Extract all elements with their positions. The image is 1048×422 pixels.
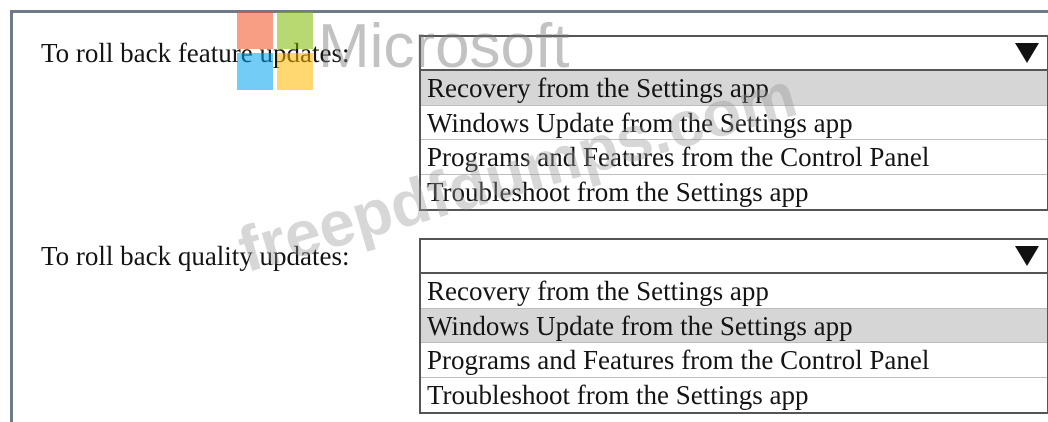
logo-square [277,53,313,90]
quality-updates-options: Recovery from the Settings app Windows U… [419,274,1048,414]
quality-updates-dropdown-header[interactable] [419,238,1048,274]
microsoft-logo-watermark [237,12,313,90]
dropdown-option[interactable]: Recovery from the Settings app [421,274,1047,309]
dropdown-option[interactable]: Programs and Features from the Control P… [421,343,1047,378]
dropdown-option[interactable]: Troubleshoot from the Settings app [421,378,1047,413]
logo-square [237,12,273,49]
dropdown-option[interactable]: Windows Update from the Settings app [421,308,1047,343]
logo-square [277,12,313,49]
quality-updates-dropdown[interactable]: Recovery from the Settings app Windows U… [419,238,1048,414]
triangle-down-icon[interactable] [1015,246,1039,266]
triangle-down-icon[interactable] [1015,43,1039,63]
logo-square [237,53,273,90]
brand-watermark-text: Microsoft [318,12,570,81]
page: To roll back feature updates: Recovery f… [0,0,1048,422]
